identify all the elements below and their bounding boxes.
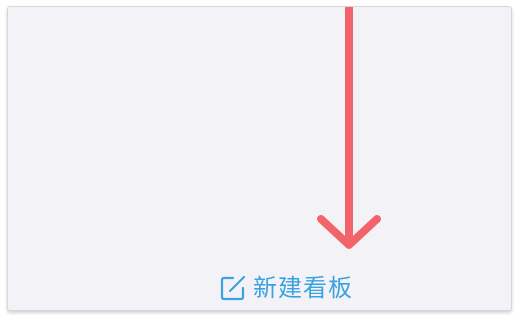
new-board-button[interactable]: 新建看板 bbox=[219, 271, 353, 305]
arrow-down-icon bbox=[317, 7, 381, 249]
screenshot-frame: 新建看板 bbox=[0, 0, 521, 321]
new-board-label: 新建看板 bbox=[253, 274, 353, 302]
edit-icon bbox=[220, 275, 246, 301]
app-screen: 新建看板 bbox=[7, 6, 512, 311]
